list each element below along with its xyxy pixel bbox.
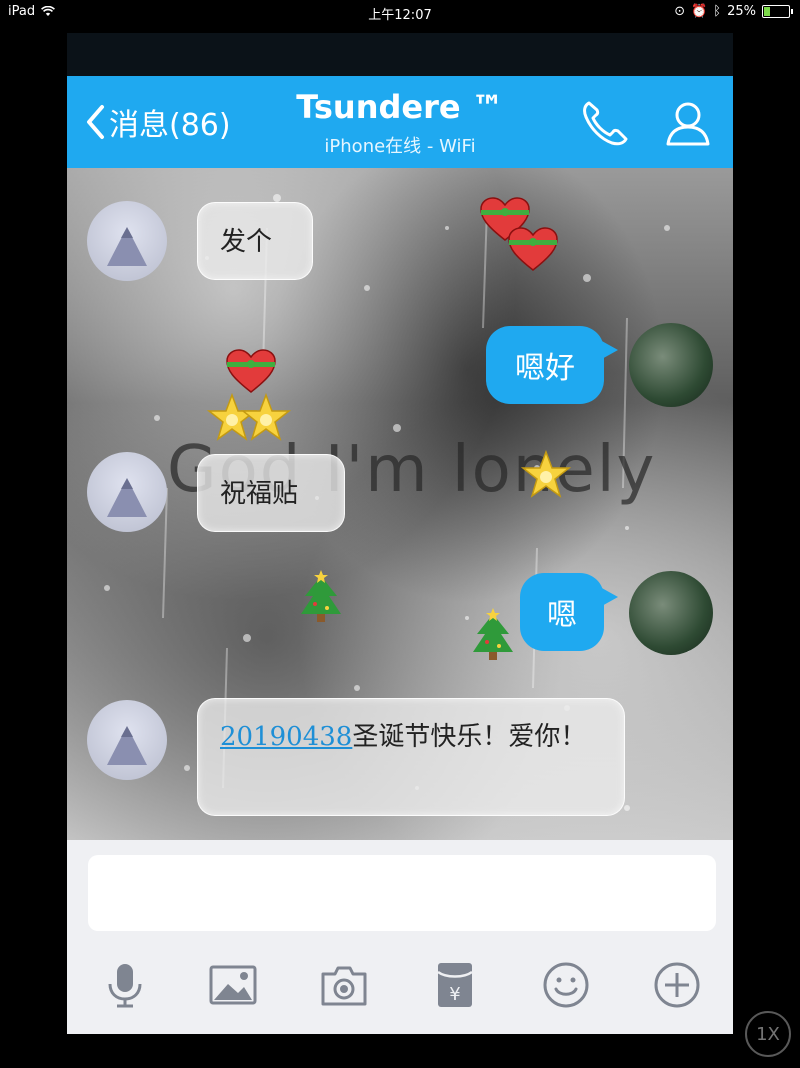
gift-heart-icon [226, 349, 276, 393]
input-area: ¥ [67, 840, 733, 1034]
battery-percent: 25% [727, 4, 756, 19]
message-bubble-received[interactable]: 20190438圣诞节快乐！爱你！ [197, 698, 625, 816]
star-icon [241, 393, 291, 441]
my-avatar[interactable] [629, 323, 713, 407]
orientation-lock-icon: ⊙ [674, 4, 686, 19]
message-bubble-received[interactable]: 祝福贴 [197, 454, 345, 532]
message-link[interactable]: 20190438 [220, 722, 352, 752]
plus-icon[interactable] [652, 960, 702, 1010]
message-bubble-received[interactable]: 发个 [197, 202, 313, 280]
image-icon[interactable] [208, 960, 258, 1010]
battery-icon [762, 5, 793, 18]
camera-icon[interactable] [319, 960, 369, 1010]
contact-avatar[interactable] [87, 201, 167, 281]
status-bar: iPad 上午12:07 ⊙ ⏰ ᛒ 25% [0, 0, 800, 24]
red-packet-icon[interactable]: ¥ [430, 960, 480, 1010]
christmas-tree-icon [301, 570, 341, 622]
message-text: 嗯好 [515, 351, 575, 386]
online-status: iPhone在线 - WiFi [324, 136, 476, 157]
phone-icon[interactable] [579, 98, 631, 148]
zoom-toggle-button[interactable]: 1X [745, 1011, 791, 1057]
my-avatar[interactable] [629, 571, 713, 655]
gift-heart-icon [508, 227, 558, 271]
message-bubble-sent[interactable]: 嗯 [520, 573, 618, 651]
chat-area[interactable]: God I'm lonely 发个 嗯好 祝福贴 嗯 20190438圣诞节快乐… [67, 168, 733, 840]
contact-name: Tsundere ™ [296, 88, 504, 126]
svg-text:¥: ¥ [449, 984, 460, 1005]
message-text: 祝福贴 [220, 479, 299, 509]
message-text: 发个 [220, 227, 273, 257]
message-input[interactable] [88, 855, 716, 931]
battery-fill [764, 7, 770, 16]
mountain-icon [107, 227, 147, 266]
mountain-icon [107, 726, 147, 765]
christmas-tree-icon [473, 608, 513, 660]
mountain-icon [107, 478, 147, 517]
star-icon [521, 450, 571, 498]
message-text: 圣诞节快乐！爱你！ [352, 722, 587, 752]
nav-bar: 消息(86) Tsundere ™ iPhone在线 - WiFi [67, 76, 733, 168]
user-icon[interactable] [663, 98, 713, 148]
mic-icon[interactable] [100, 960, 150, 1010]
emoji-icon[interactable] [541, 960, 591, 1010]
chat-window: 消息(86) Tsundere ™ iPhone在线 - WiFi God I'… [67, 33, 733, 1034]
message-bubble-sent[interactable]: 嗯好 [486, 326, 618, 404]
bluetooth-icon: ᛒ [713, 4, 722, 19]
contact-avatar[interactable] [87, 700, 167, 780]
alarm-icon: ⏰ [691, 4, 708, 19]
message-text: 嗯 [547, 598, 577, 633]
contact-avatar[interactable] [87, 452, 167, 532]
